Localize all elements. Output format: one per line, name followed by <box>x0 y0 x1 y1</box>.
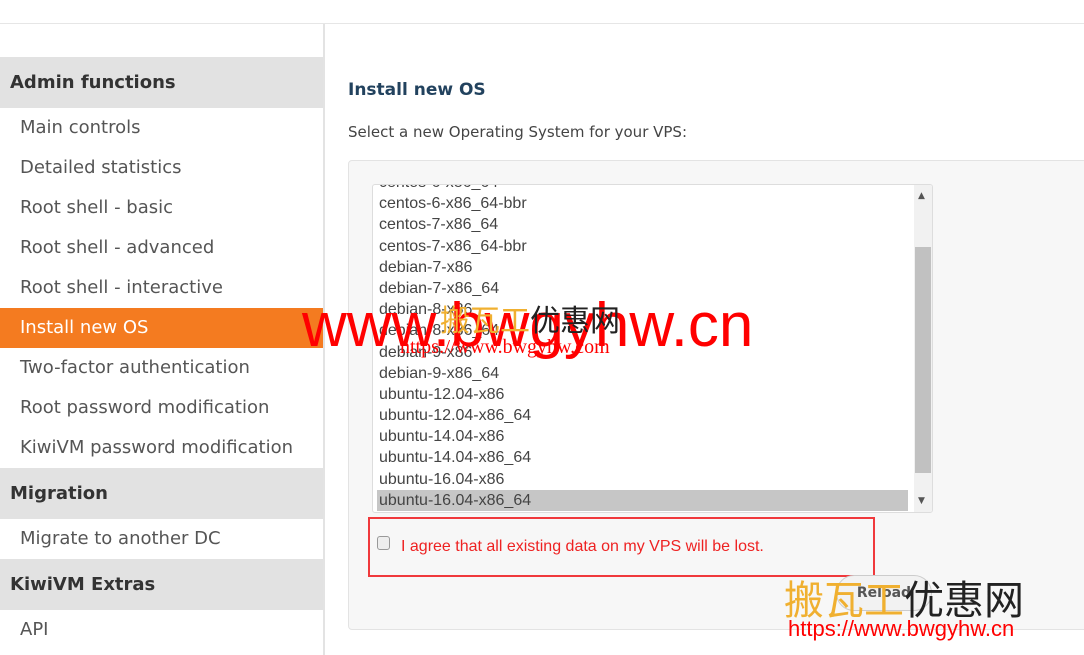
agree-checkbox[interactable] <box>377 536 390 550</box>
os-option[interactable]: ubuntu-16.04-x86 <box>377 469 908 490</box>
agree-box: I agree that all existing data on my VPS… <box>368 517 875 577</box>
sidebar-section-header: Admin functions <box>0 57 323 108</box>
os-option[interactable]: ubuntu-14.04-x86 <box>377 426 908 447</box>
reload-button[interactable]: Reload <box>836 575 932 611</box>
os-option[interactable]: centos-7-x86_64-bbr <box>377 236 908 257</box>
os-option[interactable]: centos-6-x86_64-bbr <box>377 193 908 214</box>
os-option[interactable]: debian-9-x86_64 <box>377 363 908 384</box>
os-option[interactable]: debian-9-x86 <box>377 342 908 363</box>
sidebar-section-header: KiwiVM Extras <box>0 559 323 610</box>
os-option[interactable]: ubuntu-14.04-x86_64 <box>377 447 908 468</box>
os-option[interactable]: debian-8-x86_64 <box>377 320 908 341</box>
sidebar-item-migrate-to-another-dc[interactable]: Migrate to another DC <box>0 519 323 559</box>
page-title: Install new OS <box>348 80 486 100</box>
sidebar-item-root-shell-basic[interactable]: Root shell - basic <box>0 188 323 228</box>
sidebar-section-header: Migration <box>0 468 323 519</box>
sidebar-item-kiwivm-password-modification[interactable]: KiwiVM password modification <box>0 428 323 468</box>
os-option[interactable]: debian-8-x86 <box>377 299 908 320</box>
os-option[interactable]: centos-6-x86_64 <box>377 185 908 193</box>
os-option[interactable]: centos-7-x86_64 <box>377 214 908 235</box>
os-option[interactable]: ubuntu-12.04-x86 <box>377 384 908 405</box>
os-select-list[interactable]: centos-6-x86_64centos-6-x86_64-bbrcentos… <box>372 184 933 513</box>
os-option[interactable]: debian-7-x86 <box>377 257 908 278</box>
sidebar: Admin functions Main controls Detailed sta… <box>0 24 325 655</box>
sidebar-item-root-password-modification[interactable]: Root password modification <box>0 388 323 428</box>
scroll-up-icon[interactable]: ▲ <box>918 191 925 201</box>
os-option[interactable]: ubuntu-16.04-x86_64 <box>377 489 908 511</box>
sidebar-item-main-controls[interactable]: Main controls <box>0 108 323 148</box>
sidebar-item-api[interactable]: API <box>0 610 323 650</box>
scrollbar-thumb[interactable] <box>915 247 931 473</box>
sidebar-item-two-factor-authentication[interactable]: Two-factor authentication <box>0 348 323 388</box>
sidebar-item-install-new-os[interactable]: Install new OS <box>0 308 323 348</box>
os-option[interactable]: debian-7-x86_64 <box>377 278 908 299</box>
os-option[interactable]: ubuntu-12.04-x86_64 <box>377 405 908 426</box>
scroll-down-icon[interactable]: ▼ <box>918 496 925 506</box>
sidebar-item-root-shell-interactive[interactable]: Root shell - interactive <box>0 268 323 308</box>
scrollbar[interactable]: ▲ ▼ <box>914 185 932 512</box>
top-bar <box>0 0 1084 24</box>
sidebar-item-detailed-statistics[interactable]: Detailed statistics <box>0 148 323 188</box>
page-subtitle: Select a new Operating System for your V… <box>348 123 688 141</box>
agree-label[interactable]: I agree that all existing data on my VPS… <box>401 538 764 556</box>
sidebar-item-root-shell-advanced[interactable]: Root shell - advanced <box>0 228 323 268</box>
